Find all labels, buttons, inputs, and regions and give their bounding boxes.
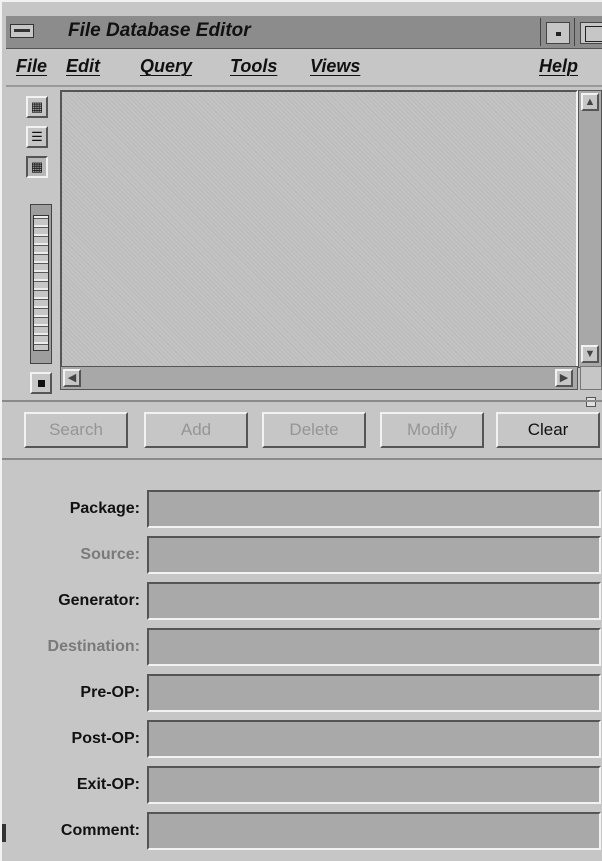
- list-view-icon[interactable]: ☰: [26, 126, 48, 148]
- titlebar-separator: [574, 18, 575, 46]
- file-database-editor-window: File Database Editor File Edit Query Too…: [0, 0, 602, 861]
- title-bar[interactable]: File Database Editor: [6, 16, 602, 49]
- menu-query[interactable]: Query: [140, 56, 192, 77]
- menu-edit[interactable]: Edit: [66, 56, 100, 77]
- scroll-up-icon[interactable]: ▲: [581, 93, 599, 111]
- overview-toggle-icon[interactable]: [30, 372, 52, 394]
- add-button[interactable]: Add: [144, 412, 248, 448]
- zoom-slider[interactable]: [30, 204, 52, 364]
- scroll-left-icon[interactable]: ◀: [63, 369, 81, 387]
- comment-field[interactable]: [147, 812, 601, 850]
- menu-help[interactable]: Help: [539, 56, 578, 77]
- clear-button[interactable]: Clear: [496, 412, 600, 448]
- menu-bar: File Edit Query Tools Views Help: [6, 49, 602, 87]
- generator-label: Generator:: [58, 592, 140, 609]
- menu-tools[interactable]: Tools: [230, 56, 277, 77]
- source-label: Source:: [80, 546, 140, 563]
- scroll-down-icon[interactable]: ▼: [581, 345, 599, 363]
- search-button[interactable]: Search: [24, 412, 128, 448]
- window-edge-mark: [2, 824, 6, 842]
- exit-op-label: Exit-OP:: [76, 776, 140, 793]
- divider: [2, 458, 602, 460]
- post-op-label: Post-OP:: [71, 730, 140, 747]
- horizontal-scrollbar[interactable]: ◀ ▶: [60, 366, 578, 390]
- modify-button[interactable]: Modify: [380, 412, 484, 448]
- post-op-field[interactable]: [147, 720, 601, 758]
- minimize-button[interactable]: [546, 22, 570, 44]
- pre-op-field[interactable]: [147, 674, 601, 712]
- file-viewer-area[interactable]: [60, 90, 578, 368]
- window-title: File Database Editor: [68, 20, 251, 41]
- zoom-slider-thumb[interactable]: [33, 215, 49, 351]
- menu-views[interactable]: Views: [310, 56, 360, 77]
- divider: [2, 400, 602, 402]
- comment-label: Comment:: [60, 822, 140, 839]
- maximize-button[interactable]: [580, 22, 602, 44]
- generator-field[interactable]: [147, 582, 601, 620]
- delete-button[interactable]: Delete: [262, 412, 366, 448]
- exit-op-field[interactable]: [147, 766, 601, 804]
- scroll-corner: [580, 366, 602, 390]
- scroll-right-icon[interactable]: ▶: [555, 369, 573, 387]
- destination-field[interactable]: [147, 628, 601, 666]
- menu-file[interactable]: File: [16, 56, 47, 77]
- pre-op-label: Pre-OP:: [80, 684, 140, 701]
- window-menu-button[interactable]: [10, 24, 34, 38]
- package-field[interactable]: [147, 490, 601, 528]
- destination-label: Destination:: [47, 638, 140, 655]
- table-view-icon[interactable]: ▦: [26, 156, 48, 178]
- titlebar-separator: [540, 18, 541, 46]
- pane-sash-handle[interactable]: [586, 397, 596, 407]
- package-icon[interactable]: ▦: [26, 96, 48, 118]
- package-label: Package:: [69, 500, 140, 517]
- vertical-scrollbar[interactable]: ▲ ▼: [578, 90, 602, 368]
- source-field[interactable]: [147, 536, 601, 574]
